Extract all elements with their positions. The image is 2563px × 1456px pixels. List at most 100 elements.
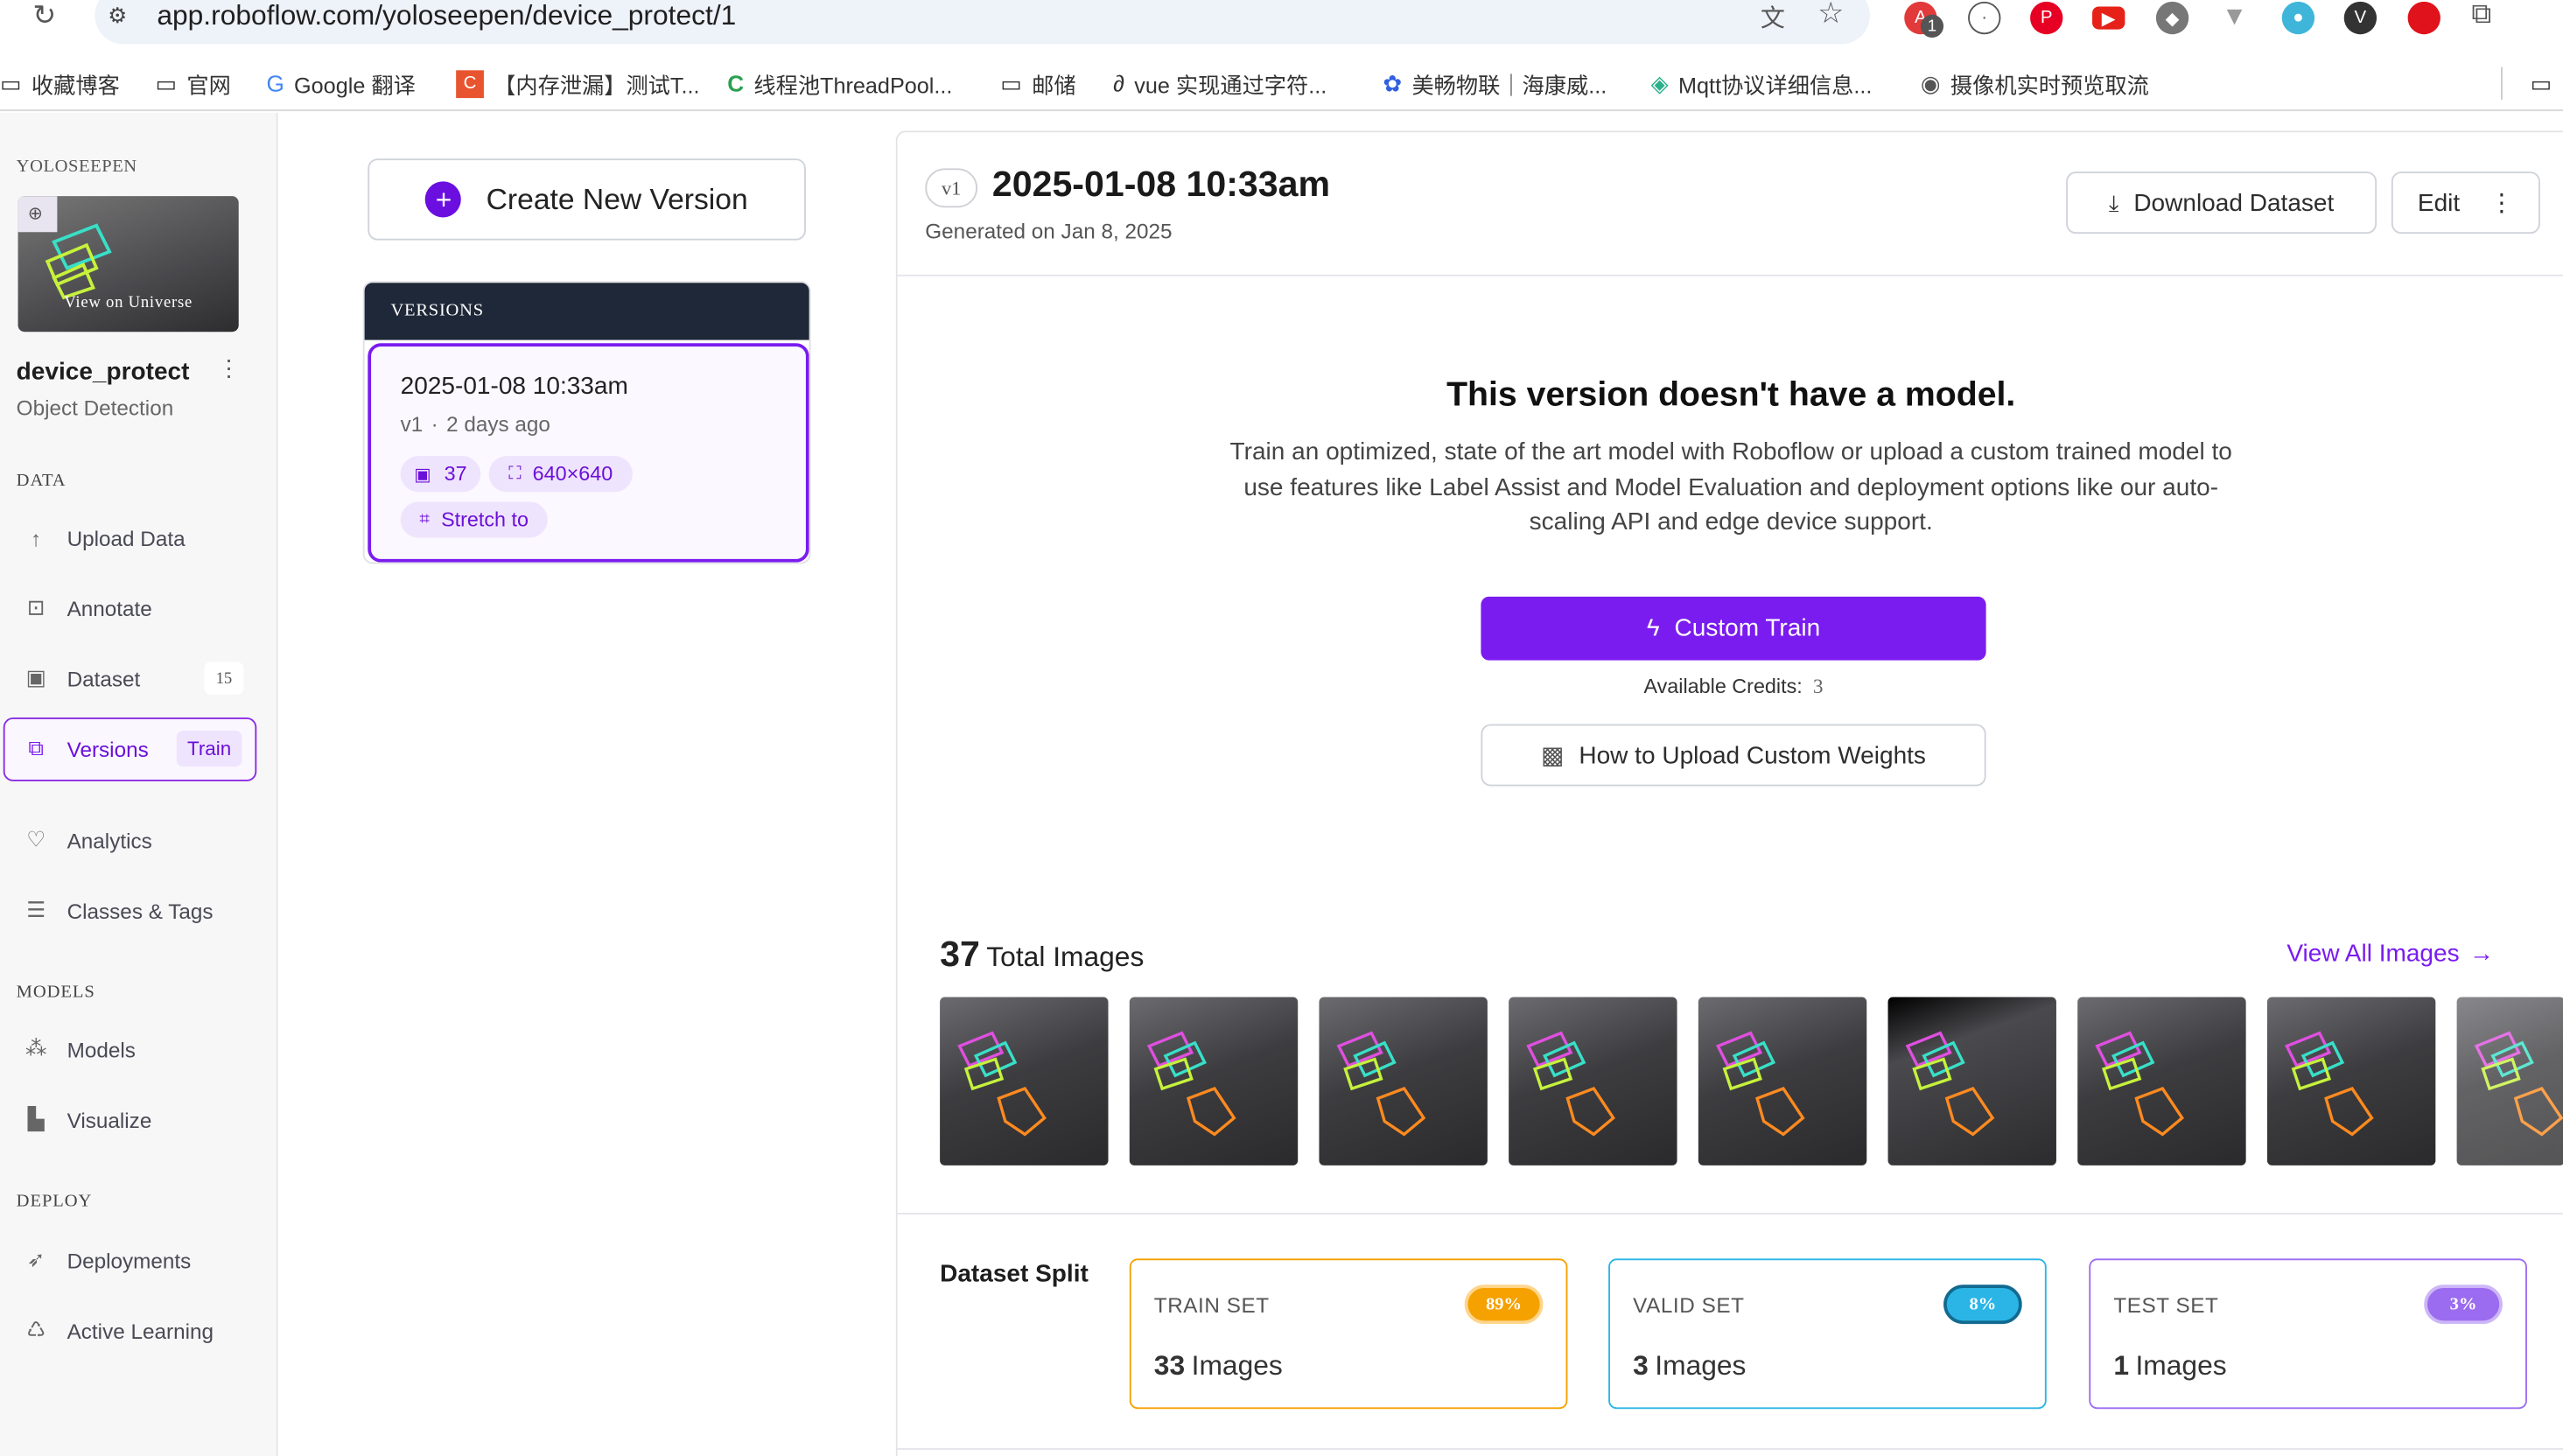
image-thumbnail[interactable] [2456, 997, 2563, 1166]
bookmark-folder[interactable]: ▭ 邮储 [1000, 67, 1075, 100]
image-thumbnail[interactable] [1129, 997, 1299, 1166]
bookmark-link[interactable]: C 【内存泄漏】测试T... [456, 67, 700, 100]
project-thumbnail[interactable]: ⊕ View on Universe [18, 196, 239, 332]
bookmark-folder[interactable]: ▭ 收藏博客 [0, 67, 120, 100]
extension-icon[interactable]: · [1968, 1, 2001, 35]
versions-column: + Create New Version VERSIONS 2025-01-08… [279, 112, 894, 1456]
site-icon: ◈ [1650, 69, 1669, 96]
train-count-unit: Images [1191, 1349, 1283, 1382]
sidebar-item-dataset[interactable]: ▣ Dataset 15 [23, 661, 268, 696]
version-item-selected[interactable]: 2025-01-08 10:33am v1 · 2 days ago ▣ 37 ⛶ 64… [368, 343, 809, 563]
folder-icon: ▭ [1000, 69, 1022, 96]
valid-set-count: 3 Images [1633, 1350, 1746, 1382]
sidebar-item-annotate[interactable]: ⊡ Annotate [23, 590, 268, 626]
bookmark-label: 收藏博客 [31, 74, 120, 99]
bookmark-link[interactable]: ◉ 摄像机实时预览取流 [1921, 67, 2149, 100]
bookmark-link[interactable]: C 线程池ThreadPool... [727, 67, 952, 100]
url-text[interactable]: app.roboflow.com/yoloseepen/device_prote… [157, 0, 736, 32]
generated-date: Generated on Jan 8, 2025 [925, 219, 1173, 244]
train-set-count: 33 Images [1154, 1350, 1283, 1382]
reload-icon[interactable]: ↻ [32, 0, 56, 32]
image-thumbnail[interactable] [2077, 997, 2246, 1166]
image-thumbnail[interactable] [1698, 997, 1867, 1166]
sidebar-item-label: Models [67, 1037, 136, 1062]
valid-set-card: VALID SET 8% 3 Images [1608, 1258, 2047, 1410]
sidebar-item-models[interactable]: ⁂ Models [23, 1032, 268, 1068]
custom-train-button[interactable]: ϟ Custom Train [1481, 596, 1986, 661]
view-all-images-link[interactable]: View All Images → [2286, 940, 2494, 968]
bookmark-folder[interactable]: ▭ 官网 [155, 67, 230, 100]
image-thumbnail[interactable] [1509, 997, 1677, 1166]
annotation-polygon [1944, 1087, 1995, 1137]
image-thumbnail[interactable] [940, 997, 1109, 1166]
workspace-name[interactable]: YOLOSEEPEN [17, 157, 137, 176]
test-set-label: TEST SET [2113, 1292, 2219, 1318]
sidebar-item-active-learning[interactable]: ♺ Active Learning [23, 1312, 268, 1348]
network-icon: ⁂ [25, 1036, 47, 1061]
thumbnail-annotations [1526, 1031, 1615, 1137]
image-thumbnail[interactable] [1319, 997, 1488, 1166]
bookmark-star-icon[interactable]: ☆ [1817, 0, 1844, 31]
more-options-icon[interactable]: ⋮ [217, 354, 240, 382]
no-model-description: Train an optimized, state of the art mod… [1229, 438, 2232, 536]
test-set-card: TEST SET 3% 1 Images [2089, 1258, 2527, 1410]
download-dataset-label: Download Dataset [2133, 188, 2335, 217]
image-count: 37 [444, 462, 467, 486]
sidebar-item-label: Visualize [67, 1107, 152, 1132]
sidebar-item-upload-data[interactable]: ↑ Upload Data [23, 520, 268, 556]
extension-badge: 1 [1920, 14, 1944, 38]
folder-icon: ▭ [0, 69, 22, 96]
bookmark-label: 邮储 [1032, 74, 1076, 99]
versions-icon: ⧉ [28, 735, 44, 760]
youtube-icon[interactable]: ▶ [2092, 6, 2125, 30]
bookmark-label: 摄像机实时预览取流 [1950, 74, 2149, 99]
translate-icon[interactable]: 文 [1761, 0, 1785, 34]
vue-devtools-icon[interactable]: ▼ [2218, 2, 2251, 34]
thumbnail-annotations [2474, 1031, 2563, 1137]
image-icon: ▣ [25, 665, 46, 690]
bookmark-link[interactable]: ✿ 美畅物联｜海康威... [1383, 67, 1607, 100]
extensions-puzzle-icon[interactable]: ⧉ [2471, 0, 2491, 31]
thumbnail-annotations [1336, 1031, 1426, 1137]
bookmark-label: 美畅物联｜海康威... [1411, 74, 1607, 99]
bookmark-label: vue 实现通过字符... [1134, 74, 1327, 99]
extension-icon[interactable]: ◆ [2155, 1, 2189, 35]
create-new-version-button[interactable]: + Create New Version [368, 158, 806, 241]
view-on-universe-link[interactable]: View on Universe [18, 294, 239, 312]
extension-icon[interactable]: V [2343, 1, 2377, 35]
sidebar-item-classes-tags[interactable]: ☰ Classes & Tags [23, 892, 268, 928]
version-age: 2 days ago [446, 411, 550, 437]
chart-icon: ▙ [27, 1106, 45, 1131]
annotation-polygon [1376, 1087, 1426, 1137]
sidebar-item-versions-content[interactable]: ⧉ Versions Train [23, 730, 268, 767]
bookmark-label: Google 翻译 [294, 74, 416, 99]
bookmarks-divider [2501, 66, 2503, 100]
edit-label: Edit [2417, 188, 2461, 217]
folder-icon: ▭ [2530, 69, 2552, 96]
sidebar-item-analytics[interactable]: ♡ Analytics [23, 822, 268, 858]
annotate-icon: ⊡ [26, 594, 46, 620]
globe-icon: ⊕ [27, 204, 43, 224]
extension-icon[interactable] [2407, 1, 2440, 35]
upload-weights-button[interactable]: ▩ How to Upload Custom Weights [1481, 724, 1986, 787]
upload-weights-label: How to Upload Custom Weights [1579, 741, 1926, 769]
test-count-value: 1 [2113, 1349, 2130, 1382]
sidebar-item-visualize[interactable]: ▙ Visualize [23, 1102, 268, 1138]
annotation-polygon [1755, 1087, 1805, 1137]
bookmark-link[interactable]: ◈ Mqtt协议详细信息... [1651, 67, 1873, 100]
pinterest-icon[interactable]: P [2030, 1, 2063, 35]
site-settings-icon[interactable]: ⚙ [108, 4, 127, 30]
extension-icon[interactable]: ● [2281, 1, 2315, 35]
image-thumbnail[interactable] [1887, 997, 2056, 1166]
bookmark-link[interactable]: ∂ vue 实现通过字符... [1113, 67, 1327, 100]
version-tag: v1 [925, 168, 978, 208]
edit-button[interactable]: Edit ⋮ [2391, 172, 2540, 234]
other-bookmarks-folder[interactable]: ▭ [2531, 67, 2562, 100]
bookmark-link[interactable]: G Google 翻译 [266, 67, 415, 100]
plus-icon: + [425, 181, 462, 218]
download-dataset-button[interactable]: ⤓ Download Dataset [2066, 172, 2377, 234]
page-root: ↻ ⚙ app.roboflow.com/yoloseepen/device_p… [0, 0, 2563, 1456]
image-icon: ▣ [414, 465, 431, 485]
sidebar-item-deployments[interactable]: ➶ Deployments [23, 1242, 268, 1278]
image-thumbnail[interactable] [2266, 997, 2436, 1166]
